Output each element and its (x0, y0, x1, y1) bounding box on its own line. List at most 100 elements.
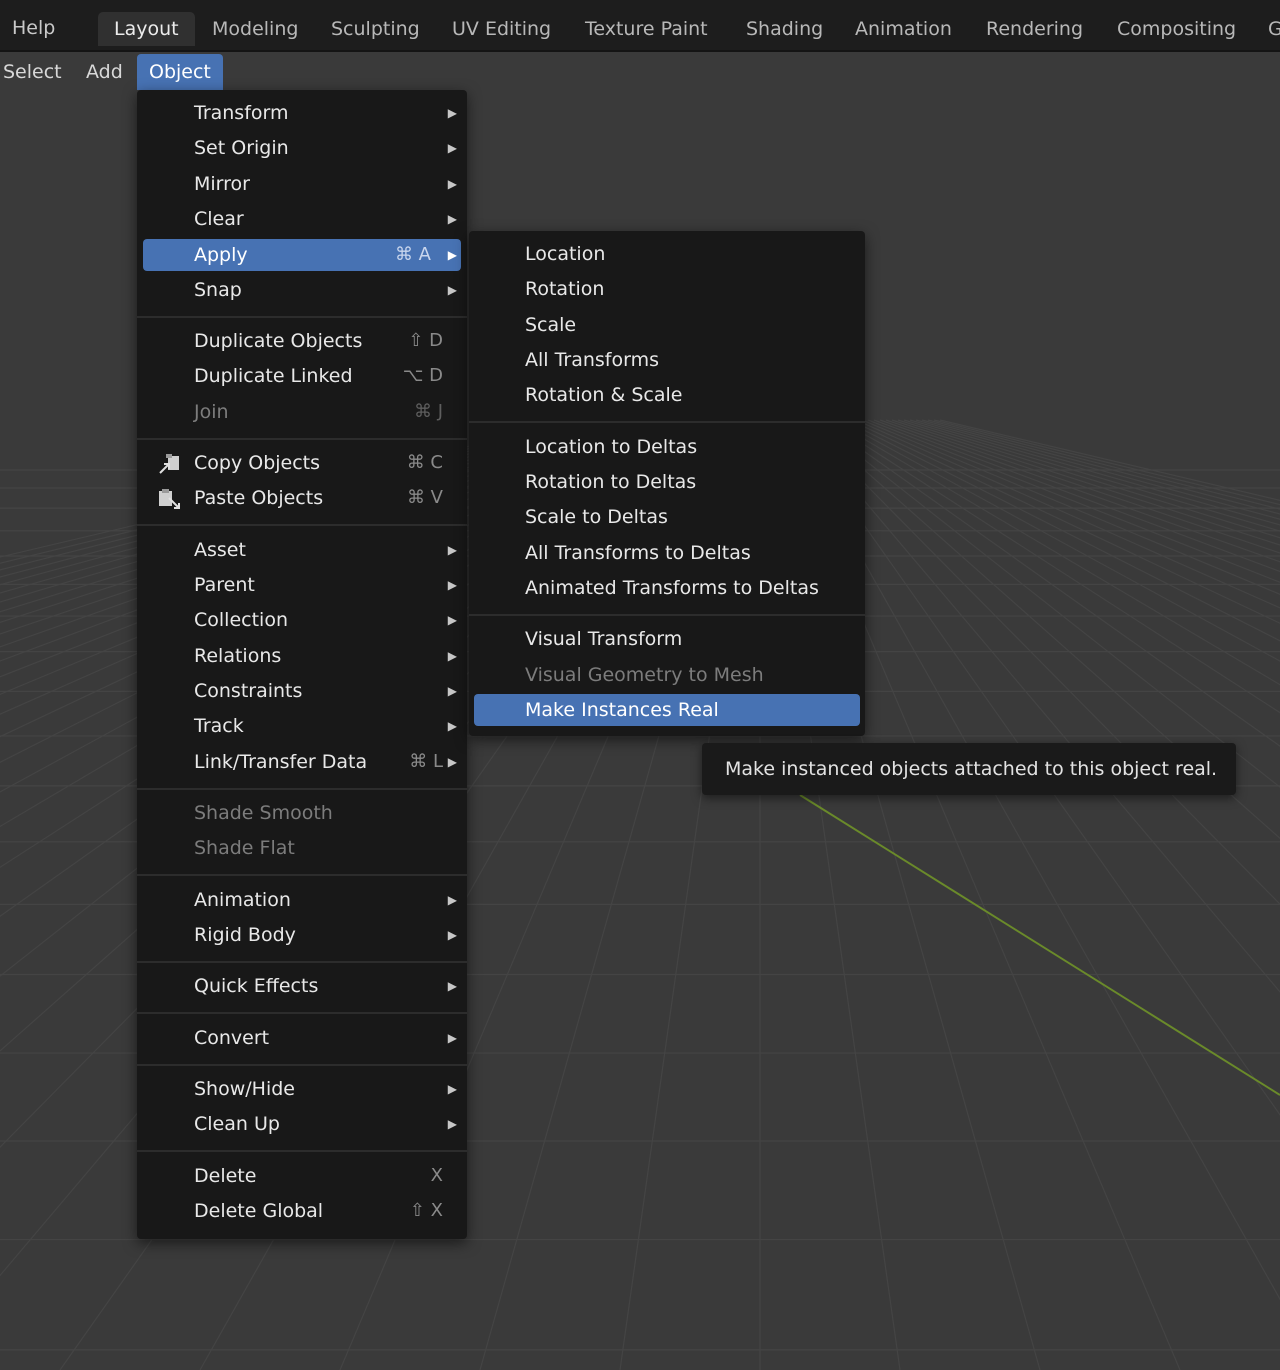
tab-uv-editing[interactable]: UV Editing (452, 12, 551, 46)
menu-item-make-instances-real[interactable]: Make Instances Real (474, 694, 860, 726)
menu-item-set-origin[interactable]: Set Origin ▶ (137, 132, 467, 164)
menu-item-copy-objects[interactable]: Copy Objects ⌘ C (137, 447, 467, 479)
submenu-arrow-icon: ▶ (447, 1117, 457, 1131)
tab-animation[interactable]: Animation (855, 12, 952, 46)
shortcut-hint: X (430, 1165, 443, 1186)
tooltip-text: Make instanced objects attached to this … (725, 758, 1218, 780)
tooltip: Make instanced objects attached to this … (702, 743, 1236, 795)
shortcut-hint: ⌘ J (413, 401, 443, 422)
menu-item-visual-geometry-to-mesh: Visual Geometry to Mesh (469, 659, 865, 691)
menu-item-rigid-body[interactable]: Rigid Body ▶ (137, 919, 467, 951)
menu-separator (137, 874, 467, 876)
shortcut-hint: ⌘ A (394, 244, 431, 265)
menu-item-label: Visual Transform (525, 628, 683, 650)
menu-object[interactable]: Object (137, 54, 223, 90)
menu-item-label: Apply (194, 244, 248, 266)
menu-item-duplicate-linked[interactable]: Duplicate Linked ⌥ D (137, 360, 467, 392)
menu-item-convert[interactable]: Convert ▶ (137, 1022, 467, 1054)
copy-objects-icon (159, 454, 179, 474)
tab-shading[interactable]: Shading (746, 12, 823, 46)
menu-item-label: Clean Up (194, 1113, 280, 1135)
menu-item-relations[interactable]: Relations ▶ (137, 640, 467, 672)
tab-rendering[interactable]: Rendering (986, 12, 1083, 46)
menu-item-label: Constraints (194, 680, 303, 702)
tab-geometry-nodes[interactable]: G (1268, 12, 1280, 46)
menu-item-label: Animated Transforms to Deltas (525, 577, 819, 599)
shortcut-hint: ⇧ D (408, 330, 443, 351)
menu-item-rotation[interactable]: Rotation (469, 273, 865, 305)
menu-separator (469, 421, 865, 423)
menu-separator (137, 1064, 467, 1066)
menu-item-transform[interactable]: Transform ▶ (137, 97, 467, 129)
menu-item-clear[interactable]: Clear ▶ (137, 203, 467, 235)
menu-item-all-transforms[interactable]: All Transforms (469, 344, 865, 376)
menu-item-label: Rotation & Scale (525, 384, 683, 406)
submenu-arrow-icon: ▶ (447, 928, 457, 942)
menu-item-apply[interactable]: Apply ⌘ A ▶ (143, 239, 461, 271)
menu-item-rotation-scale[interactable]: Rotation & Scale (469, 379, 865, 411)
menu-item-label: Delete Global (194, 1200, 324, 1222)
menu-item-animation[interactable]: Animation ▶ (137, 884, 467, 916)
menu-item-rotation-to-deltas[interactable]: Rotation to Deltas (469, 466, 865, 498)
tab-texture-paint[interactable]: Texture Paint (585, 12, 708, 46)
menu-item-visual-transform[interactable]: Visual Transform (469, 623, 865, 655)
menu-item-location[interactable]: Location (469, 238, 865, 270)
submenu-arrow-icon: ▶ (447, 755, 457, 769)
menu-add[interactable]: Add (86, 54, 123, 90)
menu-item-all-transforms-to-deltas[interactable]: All Transforms to Deltas (469, 537, 865, 569)
menu-item-animated-transforms-to-deltas[interactable]: Animated Transforms to Deltas (469, 572, 865, 604)
submenu-arrow-icon: ▶ (447, 283, 457, 297)
submenu-arrow-icon: ▶ (447, 613, 457, 627)
menu-item-snap[interactable]: Snap ▶ (137, 274, 467, 306)
menu-item-asset[interactable]: Asset ▶ (137, 534, 467, 566)
menu-item-mirror[interactable]: Mirror ▶ (137, 168, 467, 200)
menu-item-scale[interactable]: Scale (469, 309, 865, 341)
tab-modeling[interactable]: Modeling (212, 12, 298, 46)
menu-select[interactable]: Select (3, 54, 62, 90)
help-menu[interactable]: Help (12, 17, 55, 39)
submenu-arrow-icon: ▶ (447, 1082, 457, 1096)
shortcut-hint: ⌘ V (406, 487, 443, 508)
menu-item-label: Asset (194, 539, 246, 561)
menu-item-label: All Transforms (525, 349, 660, 371)
tab-compositing[interactable]: Compositing (1117, 12, 1236, 46)
workspace-topbar: Help Layout Modeling Sculpting UV Editin… (0, 0, 1280, 52)
menu-item-quick-effects[interactable]: Quick Effects ▶ (137, 970, 467, 1002)
menu-item-delete[interactable]: Delete X (137, 1160, 467, 1192)
tab-layout[interactable]: Layout (98, 12, 195, 46)
menu-separator (137, 1012, 467, 1014)
menu-item-duplicate-objects[interactable]: Duplicate Objects ⇧ D (137, 325, 467, 357)
menu-item-label: Duplicate Linked (194, 365, 353, 387)
menu-item-constraints[interactable]: Constraints ▶ (137, 675, 467, 707)
menu-item-label: Location (525, 243, 606, 265)
menu-item-clean-up[interactable]: Clean Up ▶ (137, 1108, 467, 1140)
menu-item-label: Parent (194, 574, 255, 596)
menu-item-scale-to-deltas[interactable]: Scale to Deltas (469, 501, 865, 533)
menu-item-parent[interactable]: Parent ▶ (137, 569, 467, 601)
menu-item-label: All Transforms to Deltas (525, 542, 751, 564)
menu-item-location-to-deltas[interactable]: Location to Deltas (469, 431, 865, 463)
menu-item-show-hide[interactable]: Show/Hide ▶ (137, 1073, 467, 1105)
menu-item-shade-flat: Shade Flat (137, 832, 467, 864)
menu-item-shade-smooth: Shade Smooth (137, 797, 467, 829)
menu-item-label: Snap (194, 279, 242, 301)
menu-separator (137, 1150, 467, 1152)
menu-item-label: Join (194, 401, 229, 423)
menu-item-label: Scale (525, 314, 577, 336)
menu-item-label: Rotation to Deltas (525, 471, 697, 493)
menu-item-collection[interactable]: Collection ▶ (137, 604, 467, 636)
menu-item-track[interactable]: Track ▶ (137, 710, 467, 742)
menu-separator (137, 524, 467, 526)
menu-item-link-transfer-data[interactable]: Link/Transfer Data ⌘ L ▶ (137, 746, 467, 778)
menu-item-label: Track (194, 715, 244, 737)
menu-item-paste-objects[interactable]: Paste Objects ⌘ V (137, 482, 467, 514)
menu-item-delete-global[interactable]: Delete Global ⇧ X (137, 1195, 467, 1227)
menu-item-label: Mirror (194, 173, 250, 195)
menu-item-label: Quick Effects (194, 975, 319, 997)
tab-sculpting[interactable]: Sculpting (331, 12, 420, 46)
menu-item-label: Convert (194, 1027, 270, 1049)
menu-separator (469, 614, 865, 616)
menu-item-label: Rotation (525, 278, 605, 300)
menu-item-label: Show/Hide (194, 1078, 295, 1100)
menu-item-label: Relations (194, 645, 282, 667)
